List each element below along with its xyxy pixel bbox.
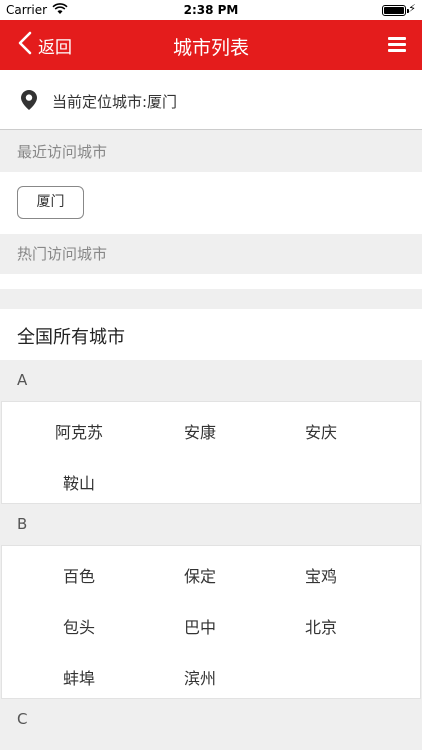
recent-city-button[interactable]: 厦门: [17, 186, 84, 219]
city-item[interactable]: 保定: [145, 563, 255, 587]
city-item[interactable]: 巴中: [145, 614, 255, 638]
recent-cities-list: 厦门: [0, 172, 422, 234]
city-item[interactable]: 滨州: [145, 665, 255, 689]
status-bar: Carrier 2:38 PM ⚡: [0, 0, 422, 20]
city-item[interactable]: 阿克苏: [24, 419, 134, 443]
all-cities-label: 全国所有城市: [17, 327, 125, 348]
hamburger-menu-icon[interactable]: [388, 37, 406, 54]
city-grid-b: 百色 保定 宝鸡 包头 巴中 北京 蚌埠 滨州: [1, 545, 421, 699]
battery-icon: [382, 5, 409, 16]
city-item[interactable]: 鞍山: [24, 470, 134, 494]
navigation-bar: 返回 城市列表: [0, 20, 422, 70]
letter-header-b: B: [0, 504, 422, 545]
page-title: 城市列表: [172, 37, 249, 59]
city-item[interactable]: 宝鸡: [266, 563, 376, 587]
city-item[interactable]: 百色: [24, 563, 134, 587]
current-location-text: 当前定位城市:厦门: [52, 93, 178, 111]
city-item[interactable]: 蚌埠: [24, 665, 134, 689]
hot-cities-list: [0, 274, 422, 289]
map-pin-icon: [20, 89, 38, 115]
recent-cities-header: 最近访问城市: [0, 132, 422, 172]
city-item[interactable]: 北京: [266, 614, 376, 638]
city-grid-a: 阿克苏 安康 安庆 鞍山: [1, 401, 421, 504]
all-cities-section: 全国所有城市: [0, 309, 422, 360]
hot-cities-header: 热门访问城市: [0, 234, 422, 274]
current-location-row[interactable]: 当前定位城市:厦门: [0, 70, 422, 130]
city-item[interactable]: 安庆: [266, 419, 376, 443]
status-time: 2:38 PM: [183, 3, 239, 17]
letter-header-c: C: [0, 699, 422, 740]
city-item[interactable]: 安康: [145, 419, 255, 443]
charging-bolt-icon: ⚡: [408, 2, 416, 15]
city-item[interactable]: 包头: [24, 614, 134, 638]
letter-header-a: A: [0, 360, 422, 401]
